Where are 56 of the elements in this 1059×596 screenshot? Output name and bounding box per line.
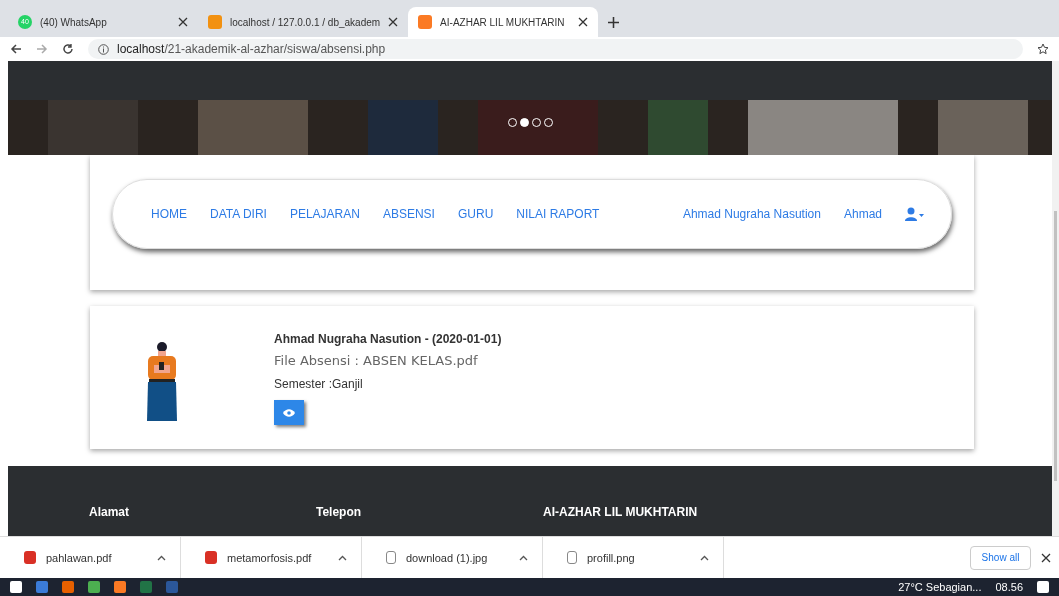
app-icon[interactable] [88, 581, 100, 593]
app-icon[interactable] [114, 581, 126, 593]
nav-link[interactable]: GURU [457, 207, 494, 221]
user-short-link[interactable]: Ahmad [843, 207, 882, 221]
footer-heading: Telepon [316, 505, 363, 521]
caret-icon[interactable] [700, 554, 709, 561]
image-file-icon [567, 551, 577, 564]
tab-title: (40) WhatsApp [40, 16, 108, 28]
clock-text[interactable]: 08.56 [995, 581, 1023, 593]
footer-heading: Alamat [89, 505, 130, 521]
caret-icon[interactable] [519, 554, 528, 561]
back-icon[interactable] [10, 43, 22, 55]
caret-icon[interactable] [338, 554, 347, 561]
close-icon[interactable] [388, 17, 399, 27]
record-title: Ahmad Nugraha Nasution - (2020-01-01) [274, 332, 502, 346]
semester-text: Semester :Ganjil [274, 377, 363, 391]
app-icon[interactable] [36, 581, 48, 593]
footer-heading: AI-AZHAR LIL MUKHTARIN [543, 505, 699, 521]
new-tab-icon[interactable] [608, 17, 620, 28]
pdf-file-icon [205, 551, 217, 564]
weather-text[interactable]: 27°C Sebagian... [898, 581, 982, 593]
scrollbar-thumb[interactable] [1054, 211, 1057, 481]
slide-indicator[interactable] [520, 118, 529, 127]
app-icon[interactable] [62, 581, 74, 593]
app-icon [208, 15, 222, 29]
file-name: File Absensi : ABSEN KELAS.pdf [274, 353, 478, 368]
tab-title: AI-AZHAR LIL MUKHTARIN [440, 16, 566, 28]
nav-link[interactable]: ABSENSI [382, 207, 435, 221]
caret-icon[interactable] [157, 554, 166, 561]
user-name-link[interactable]: Ahmad Nugraha Nasution [682, 207, 821, 221]
address-field[interactable]: localhost/21-akademik-al-azhar/siswa/absensi.php [88, 39, 1023, 59]
download-name: pahlawan.pdf [46, 551, 113, 564]
close-icon[interactable] [178, 17, 188, 27]
download-name: profill.png [587, 551, 636, 564]
download-name: metamorfosis.pdf [227, 551, 313, 564]
user-icon[interactable] [905, 207, 925, 221]
view-button[interactable] [274, 400, 304, 425]
close-icon[interactable] [578, 17, 589, 27]
image-file-icon [386, 551, 396, 564]
close-icon[interactable] [1041, 552, 1051, 563]
eye-icon [283, 408, 295, 417]
app-icon [418, 15, 433, 29]
url-text: localhost/21-akademik-al-azhar/siswa/absensi.php [117, 42, 386, 56]
nav-link[interactable]: NILAI RAPORT [516, 207, 600, 221]
star-icon[interactable] [1037, 43, 1049, 55]
nav-link[interactable]: PELAJARAN [289, 207, 360, 221]
reload-icon[interactable] [62, 43, 74, 55]
pdf-file-icon [24, 551, 36, 564]
nav-link[interactable]: DATA DIRI [210, 207, 267, 221]
info-icon [98, 43, 109, 55]
show-all-button[interactable]: Show all [970, 545, 1031, 570]
tab-title: localhost / 127.0.0.1 / db_akadem [230, 16, 381, 28]
download-name: download (1).jpg [406, 551, 489, 564]
browser-tab[interactable]: AI-AZHAR LIL MUKHTARIN [408, 7, 599, 37]
browser-tab[interactable]: localhost / 127.0.0.1 / db_akadem [198, 7, 409, 37]
nav-link[interactable]: HOME [151, 207, 187, 221]
